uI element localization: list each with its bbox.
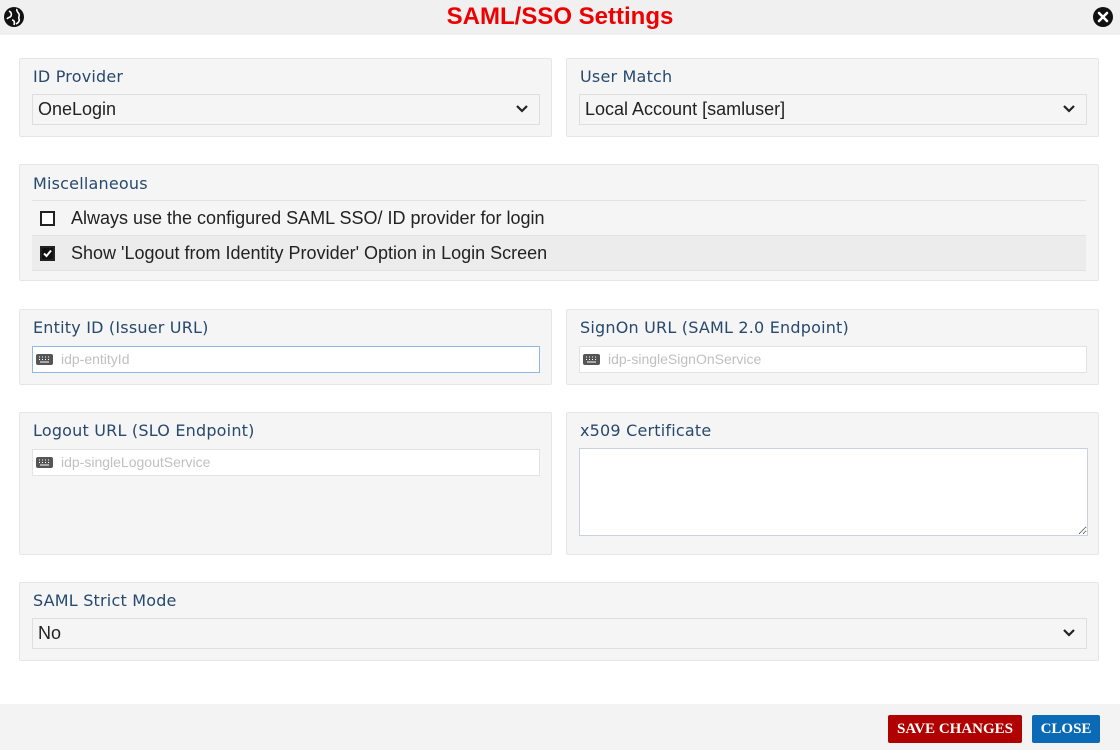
keyboard-icon <box>36 354 53 365</box>
logout-url-input[interactable]: idp-singleLogoutService <box>32 449 540 476</box>
dialog-title: SAML/SSO Settings <box>446 3 674 30</box>
id-provider-panel: ID Provider OneLogin <box>19 58 552 137</box>
chevron-down-icon <box>516 105 528 113</box>
user-match-panel: User Match Local Account [samluser] <box>566 58 1099 137</box>
keyboard-icon <box>36 457 53 468</box>
keyboard-icon <box>583 354 600 365</box>
show-logout-idp-checkbox[interactable] <box>40 246 55 261</box>
x509-panel: x509 Certificate <box>566 412 1099 555</box>
signon-url-placeholder: idp-singleSignOnService <box>608 351 762 367</box>
id-provider-value: OneLogin <box>38 99 117 119</box>
chevron-down-icon <box>1063 629 1075 637</box>
user-match-select[interactable]: Local Account [samluser] <box>579 94 1087 125</box>
strict-mode-value: No <box>38 623 62 643</box>
logout-url-placeholder: idp-singleLogoutService <box>61 454 211 470</box>
strict-mode-label: SAML Strict Mode <box>33 591 177 610</box>
divider <box>32 270 1086 271</box>
entity-id-panel: Entity ID (Issuer URL) idp-entityId <box>19 309 552 385</box>
miscellaneous-label: Miscellaneous <box>33 174 148 193</box>
user-match-label: User Match <box>580 67 673 86</box>
entity-id-input[interactable]: idp-entityId <box>32 346 540 373</box>
signon-url-label: SignOn URL (SAML 2.0 Endpoint) <box>580 318 849 337</box>
close-circle-icon[interactable] <box>1092 6 1114 28</box>
show-logout-idp-label: Show 'Logout from Identity Provider' Opt… <box>71 243 548 263</box>
option-show-logout-idp[interactable]: Show 'Logout from Identity Provider' Opt… <box>32 236 1086 270</box>
save-changes-button[interactable]: SAVE CHANGES <box>888 715 1022 743</box>
strict-mode-panel: SAML Strict Mode No <box>19 582 1099 661</box>
x509-label: x509 Certificate <box>580 421 712 440</box>
logout-url-label: Logout URL (SLO Endpoint) <box>33 421 255 440</box>
signon-url-input[interactable]: idp-singleSignOnService <box>579 346 1087 373</box>
option-always-use-idp[interactable]: Always use the configured SAML SSO/ ID p… <box>32 201 1086 235</box>
dialog-header: SAML/SSO Settings <box>0 0 1120 35</box>
chevron-down-icon <box>1063 105 1075 113</box>
entity-id-placeholder: idp-entityId <box>61 351 130 367</box>
id-provider-label: ID Provider <box>33 67 124 86</box>
logout-url-panel: Logout URL (SLO Endpoint) idp-singleLogo… <box>19 412 552 555</box>
entity-id-label: Entity ID (Issuer URL) <box>33 318 209 337</box>
user-match-value: Local Account [samluser] <box>585 99 786 119</box>
close-button[interactable]: CLOSE <box>1032 715 1100 743</box>
miscellaneous-panel: Miscellaneous Always use the configured … <box>19 164 1099 281</box>
strict-mode-select[interactable]: No <box>32 618 1087 649</box>
always-use-idp-label: Always use the configured SAML SSO/ ID p… <box>71 208 545 228</box>
signon-url-panel: SignOn URL (SAML 2.0 Endpoint) idp-singl… <box>566 309 1099 385</box>
x509-textarea[interactable] <box>579 448 1088 536</box>
checkmark-icon <box>43 249 52 258</box>
id-provider-select[interactable]: OneLogin <box>32 94 540 125</box>
always-use-idp-checkbox[interactable] <box>40 211 55 226</box>
